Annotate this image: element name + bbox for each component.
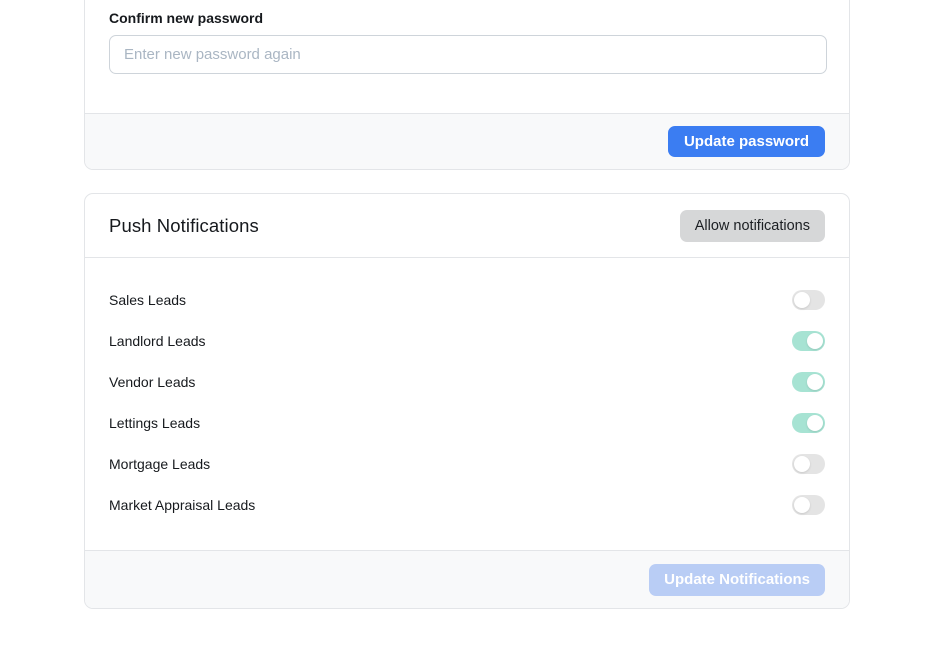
push-notifications-card: Push Notifications Allow notifications S… — [84, 193, 850, 609]
toggle-row-lettings-leads: Lettings Leads — [109, 402, 825, 443]
push-notifications-footer: Update Notifications — [85, 550, 849, 608]
toggle-label: Sales Leads — [109, 292, 186, 308]
confirm-password-input[interactable] — [109, 35, 827, 74]
push-notifications-header: Push Notifications Allow notifications — [85, 194, 849, 258]
toggle-knob — [807, 374, 823, 390]
toggle-row-market-appraisal-leads: Market Appraisal Leads — [109, 484, 825, 525]
toggle-row-sales-leads: Sales Leads — [109, 279, 825, 320]
settings-page: Confirm new password Update password Pus… — [0, 0, 926, 659]
push-notifications-title: Push Notifications — [109, 215, 259, 237]
toggle-row-landlord-leads: Landlord Leads — [109, 320, 825, 361]
toggle-knob — [794, 292, 810, 308]
toggle-label: Landlord Leads — [109, 333, 206, 349]
toggle-label: Mortgage Leads — [109, 456, 210, 472]
toggle-row-mortgage-leads: Mortgage Leads — [109, 443, 825, 484]
toggle-knob — [794, 456, 810, 472]
toggle-row-vendor-leads: Vendor Leads — [109, 361, 825, 402]
password-card-body: Confirm new password — [85, 0, 849, 113]
toggle-switch[interactable] — [792, 454, 825, 474]
cards-stack: Confirm new password Update password Pus… — [84, 0, 850, 609]
password-card: Confirm new password Update password — [84, 0, 850, 170]
toggle-knob — [807, 333, 823, 349]
confirm-password-label: Confirm new password — [109, 10, 825, 26]
toggle-label: Market Appraisal Leads — [109, 497, 255, 513]
push-notifications-body: Sales Leads Landlord Leads Vendor Leads … — [85, 258, 849, 550]
update-password-button[interactable]: Update password — [668, 126, 825, 157]
toggle-knob — [794, 497, 810, 513]
allow-notifications-button[interactable]: Allow notifications — [680, 210, 825, 242]
toggle-switch[interactable] — [792, 413, 825, 433]
toggle-label: Vendor Leads — [109, 374, 195, 390]
toggle-switch[interactable] — [792, 290, 825, 310]
toggle-switch[interactable] — [792, 495, 825, 515]
toggle-switch[interactable] — [792, 331, 825, 351]
update-notifications-button[interactable]: Update Notifications — [649, 564, 825, 596]
toggle-label: Lettings Leads — [109, 415, 200, 431]
toggle-switch[interactable] — [792, 372, 825, 392]
toggle-knob — [807, 415, 823, 431]
password-card-footer: Update password — [85, 113, 849, 169]
